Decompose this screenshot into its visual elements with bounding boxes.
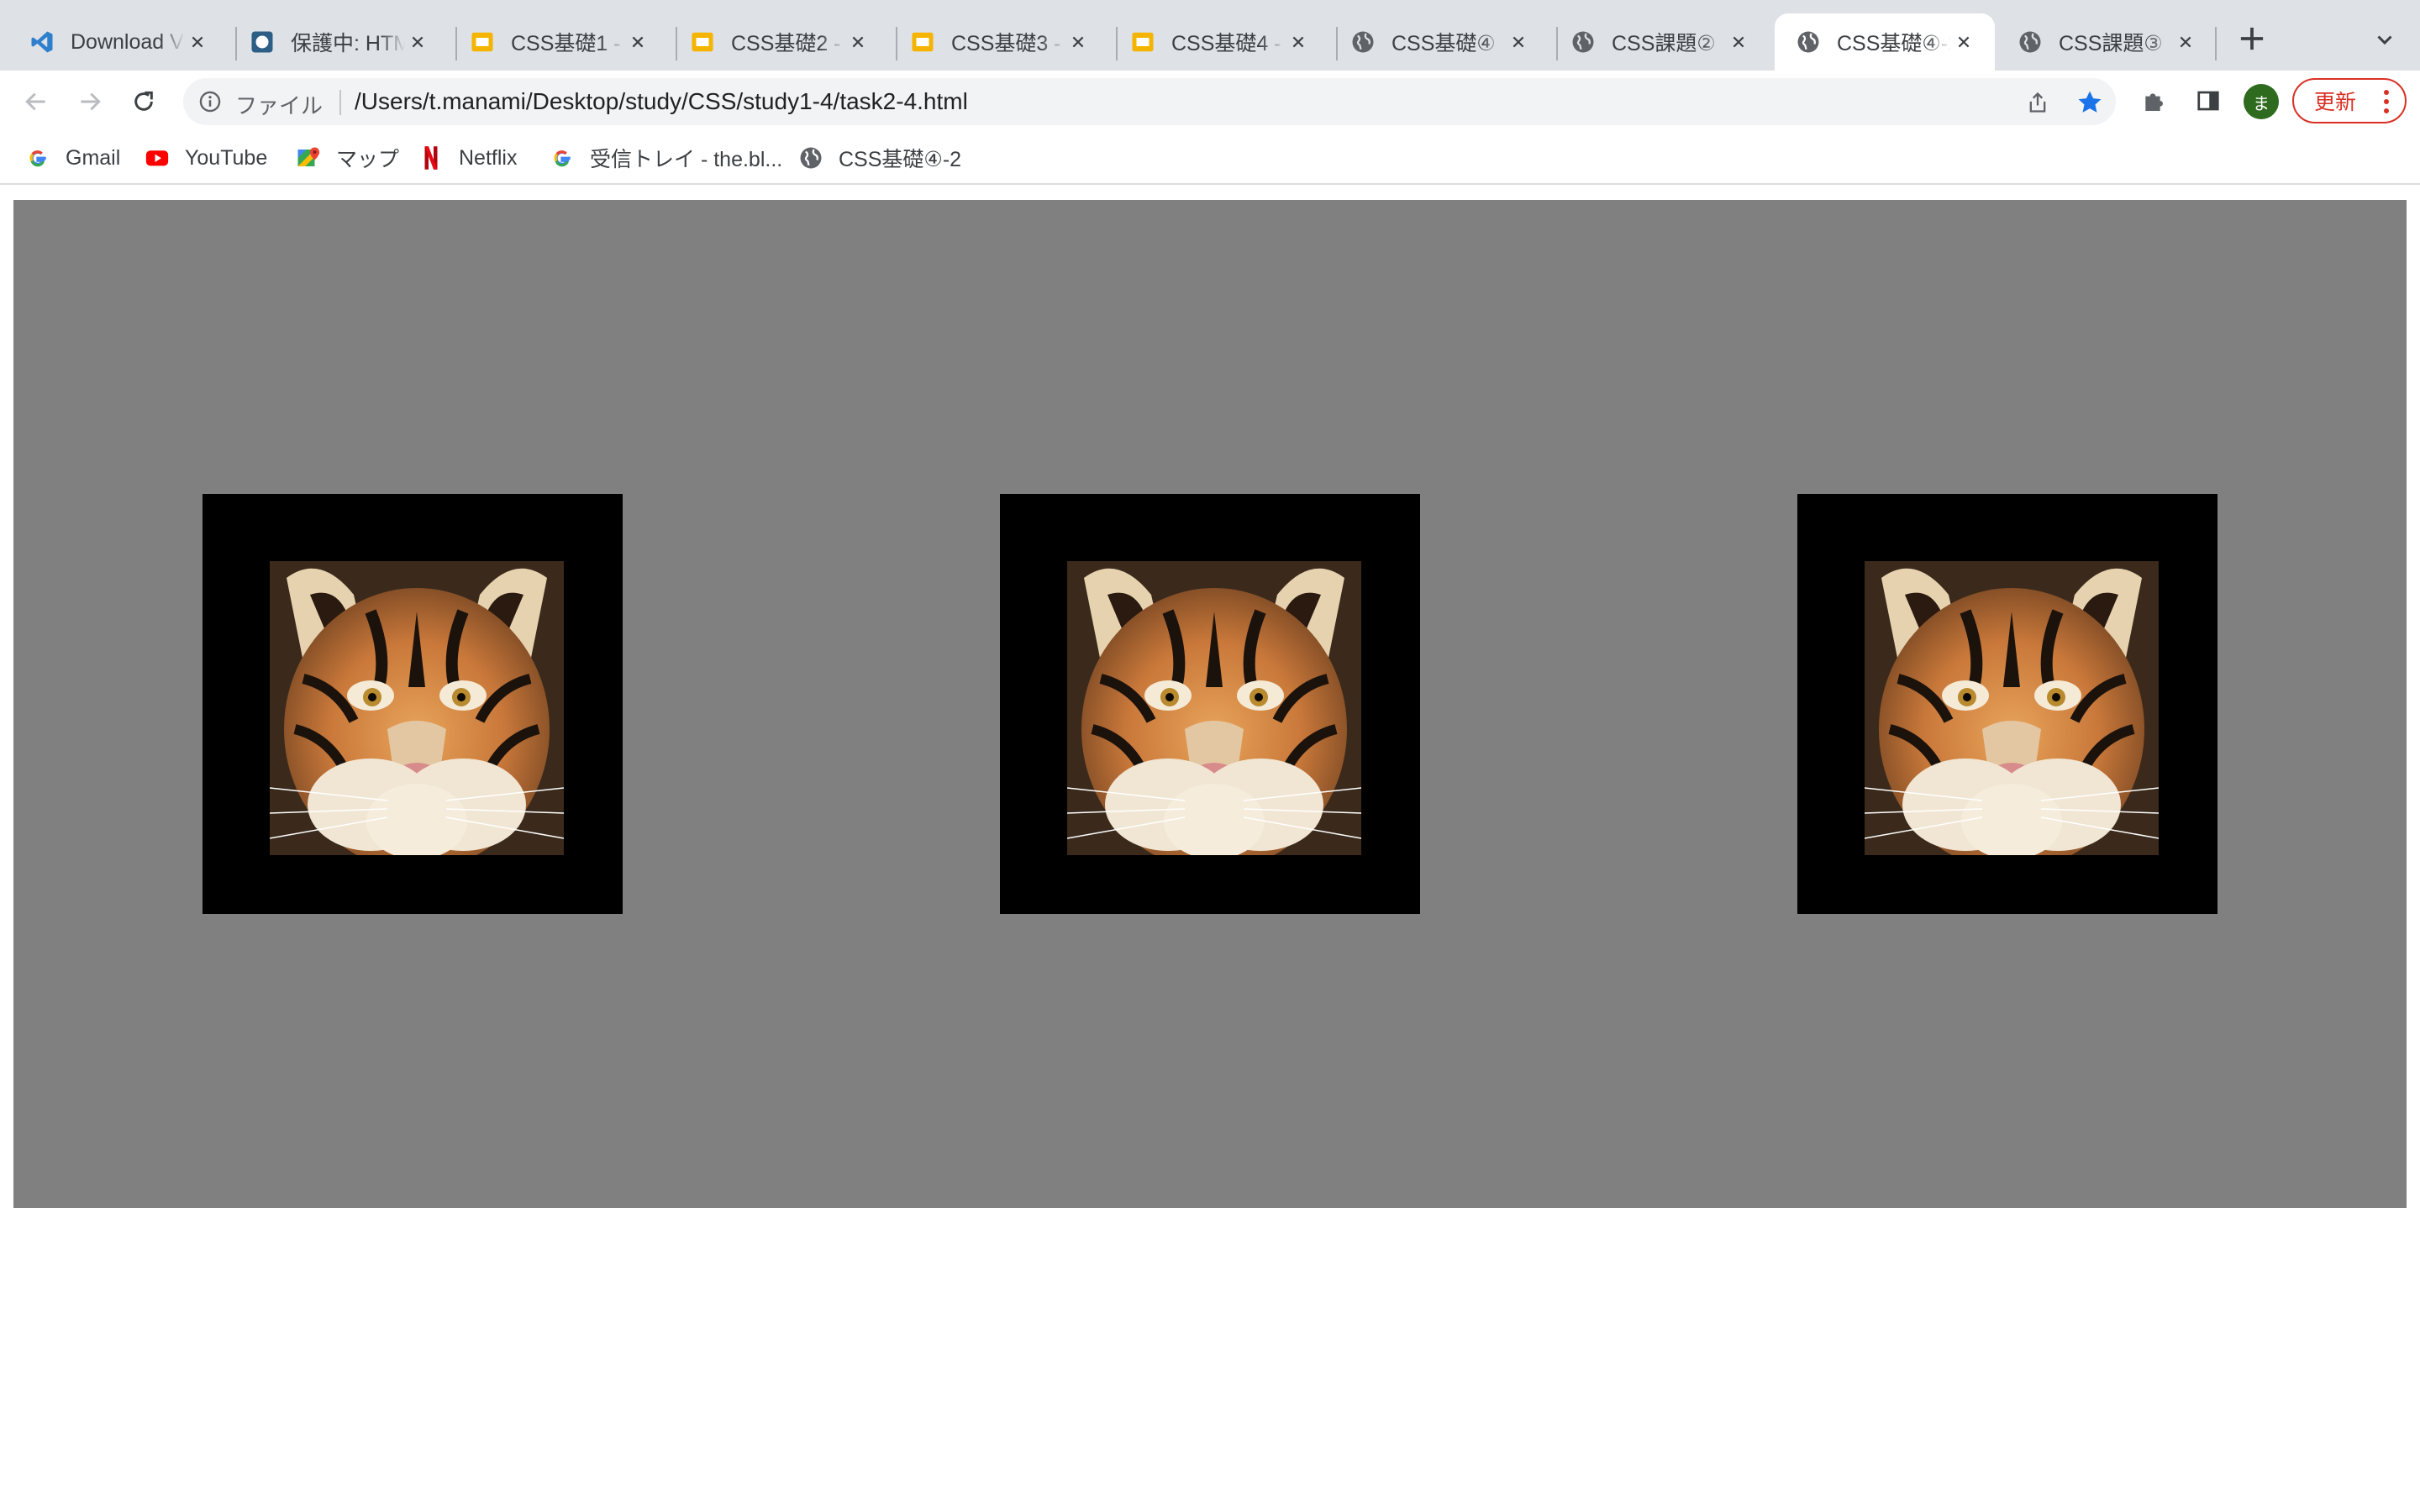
arrow-right-icon [81,92,101,111]
extensions-button[interactable] [2138,84,2171,118]
slides-icon [1129,29,1156,55]
tab-search-button[interactable] [2370,25,2400,55]
close-icon[interactable] [1506,29,1531,55]
bookmark-label: CSS基礎④-2 [839,148,962,171]
globe-icon [1795,29,1822,55]
close-icon[interactable] [625,29,650,55]
tab-title: CSS基礎④ [1392,32,1496,55]
tab-css-basics-4[interactable]: CSS基礎4 - Google スライド [1109,13,1329,71]
tab-title: CSS課題② [1612,32,1716,55]
side-panel-button[interactable] [2191,84,2225,118]
new-tab-button[interactable] [2235,22,2269,55]
image-frame [1797,494,2217,914]
tab-strip: Download Visual Studio Code 保護中: HTML CS… [0,0,2420,71]
slides-icon [469,29,496,55]
plus-icon [2240,27,2264,50]
globe-icon [2017,29,2044,55]
google-icon [550,145,575,171]
close-icon[interactable] [1286,29,1311,55]
browser-toolbar: ファイル /Users/t.manami/Desktop/study/CSS/s… [0,71,2420,133]
chevron-down-icon [2377,35,2392,45]
reload-icon [134,91,153,111]
bookmarks-bar: Gmail YouTube マップ Netflix 受信トレイ - the.bl… [0,133,2420,185]
bookmark-label: YouTube [185,145,268,170]
tab-title: CSS基礎2 - Google スライド [731,32,845,55]
bookmark-label: Gmail [66,145,121,170]
tiger-image [270,561,564,855]
more-vert-icon [2383,90,2390,113]
tab-title: CSS基礎3 - Google スライド [951,32,1065,55]
bookmark-gmail[interactable]: Gmail [25,143,120,173]
address-bar[interactable]: ファイル /Users/t.manami/Desktop/study/CSS/s… [183,78,2116,125]
vscode-icon [29,29,55,55]
bookmark-netflix[interactable]: Netflix [418,143,517,173]
omnibox-divider [339,90,341,115]
slides-icon [909,29,936,55]
share-icon[interactable] [2023,88,2052,117]
close-icon[interactable] [845,29,871,55]
bookmark-youtube[interactable]: YouTube [145,143,267,173]
netflix-icon [418,145,444,171]
avatar[interactable]: ま [2244,84,2279,119]
tiger-image [1865,561,2159,855]
reload-button[interactable] [124,82,163,121]
update-button[interactable]: 更新 [2292,78,2407,123]
bookmark-css-basics-4-2[interactable]: CSS基礎④-2 [798,143,961,173]
gray-container [13,200,2407,1208]
puzzle-icon [2145,93,2163,111]
url-text[interactable]: /Users/t.manami/Desktop/study/CSS/study1… [355,88,968,115]
arrow-left-icon [25,92,45,111]
tab-css-basics-4-circled[interactable]: CSS基礎④ [1329,13,1549,71]
tab-title: 保護中: HTML [291,32,405,55]
youtube-icon [145,145,170,171]
tab-title: CSS基礎④-2 [1837,32,1951,55]
close-icon[interactable] [2173,29,2198,55]
forward-button[interactable] [71,82,109,121]
close-icon[interactable] [405,29,430,55]
tiger-image [1067,561,1361,855]
back-button[interactable] [17,82,55,121]
site-favicon [249,29,276,55]
tab-vscode[interactable]: Download Visual Studio Code [8,13,229,71]
page-viewport [0,185,2420,1512]
info-icon[interactable] [197,88,224,115]
image-frame [203,494,623,914]
close-icon[interactable] [1951,29,1976,55]
globe-icon [1349,29,1376,55]
close-icon[interactable] [1726,29,1751,55]
side-panel-icon [2197,91,2219,111]
bookmark-maps[interactable]: マップ [296,143,399,173]
tab-separator [2215,27,2217,60]
tab-title: CSS課題③ [2059,32,2163,55]
tab-title: CSS基礎1 - Google スライド [511,32,625,55]
bookmark-label: マップ [336,148,400,171]
close-icon[interactable] [185,29,210,55]
scheme-label: ファイル [235,93,324,118]
google-icon [25,145,50,171]
tab-title: Download Visual Studio Code [71,29,185,54]
tab-css-task-3[interactable]: CSS課題③ [1996,13,2217,71]
bookmark-label: 受信トレイ - the.bl... [590,148,783,171]
close-icon[interactable] [1065,29,1091,55]
tab-css-basics-2[interactable]: CSS基礎2 - Google スライド [669,13,889,71]
globe-icon [798,145,823,171]
tab-css-task-2[interactable]: CSS課題② [1549,13,1770,71]
tab-css-basics-4-2[interactable]: CSS基礎④-2 [1775,13,1995,71]
bookmark-star-icon[interactable] [2074,87,2106,118]
maps-icon [296,145,321,171]
slides-icon [689,29,716,55]
tab-css-basics-3[interactable]: CSS基礎3 - Google スライド [889,13,1109,71]
tab-css-basics-1[interactable]: CSS基礎1 - Google スライド [449,13,669,71]
globe-icon [1570,29,1597,55]
tab-protected-html[interactable]: 保護中: HTML [229,13,449,71]
bookmark-label: Netflix [459,145,518,170]
bookmark-inbox[interactable]: 受信トレイ - the.bl... [550,143,782,173]
update-label: 更新 [2314,91,2357,114]
tab-title: CSS基礎4 - Google スライド [1171,32,1286,55]
image-frame [1000,494,1420,914]
